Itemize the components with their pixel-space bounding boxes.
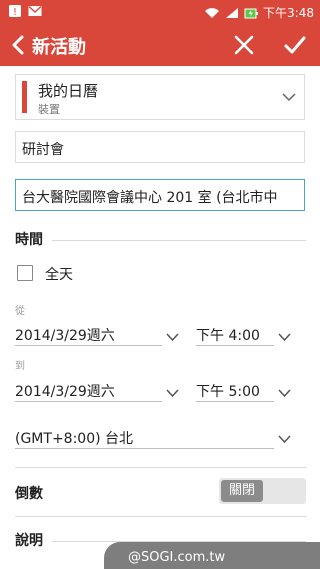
calendar-account: 裝置: [38, 103, 60, 116]
countdown-toggle[interactable]: 關閉: [219, 478, 306, 504]
calendar-color-stripe: [22, 81, 27, 113]
to-label: 到: [15, 361, 25, 372]
timezone-dropdown[interactable]: (GMT+8:00) 台北: [15, 428, 133, 448]
to-date-underline: [15, 401, 162, 402]
battery-icon: [244, 8, 259, 18]
to-time-dropdown[interactable]: 下午 5:00: [196, 381, 260, 401]
from-time-dropdown[interactable]: 下午 4:00: [196, 325, 260, 345]
mail-icon: [28, 5, 42, 16]
watermark: @SOGI.com.tw: [104, 542, 320, 569]
section-divider: [15, 467, 306, 468]
countdown-label: 倒數: [15, 486, 43, 502]
chevron-down-icon: [278, 333, 291, 342]
calendar-selector[interactable]: 我的日曆 裝置: [15, 74, 305, 120]
chevron-down-icon: [278, 389, 291, 398]
to-time-underline: [196, 401, 274, 402]
check-icon[interactable]: [282, 32, 308, 58]
chevron-down-icon: [166, 333, 179, 342]
action-bar: 新活動: [0, 24, 320, 66]
section-divider: [15, 516, 306, 517]
from-date-dropdown[interactable]: 2014/3/29週六: [15, 325, 115, 345]
status-time: 下午3:48: [263, 6, 314, 20]
description-section-header: 說明: [15, 533, 43, 549]
countdown-toggle-label: 關閉: [221, 480, 263, 502]
page-title: 新活動: [32, 37, 86, 58]
chevron-down-icon: [278, 435, 291, 444]
signal-icon: [226, 7, 239, 18]
status-bar: ! 下午3:48: [0, 0, 320, 24]
from-time-underline: [196, 345, 274, 346]
event-title-field[interactable]: 研討會: [15, 131, 305, 163]
close-icon[interactable]: [232, 33, 256, 57]
timezone-underline: [15, 448, 274, 449]
time-section-header: 時間: [15, 232, 43, 248]
time-section-divider: [52, 240, 306, 241]
notification-icon: !: [9, 5, 21, 17]
from-date-underline: [15, 345, 162, 346]
wifi-icon: [205, 7, 220, 18]
svg-text:!: !: [13, 7, 17, 17]
to-date-dropdown[interactable]: 2014/3/29週六: [15, 381, 115, 401]
chevron-left-icon[interactable]: [6, 32, 32, 58]
all-day-checkbox[interactable]: [17, 265, 33, 281]
calendar-name: 我的日曆: [38, 82, 99, 100]
all-day-label: 全天: [45, 267, 73, 283]
chevron-down-icon: [282, 93, 296, 102]
from-label: 從: [15, 306, 25, 317]
chevron-down-icon: [166, 389, 179, 398]
event-location-field[interactable]: 台大醫院國際會議中心 201 室 (台北市中: [15, 179, 305, 211]
